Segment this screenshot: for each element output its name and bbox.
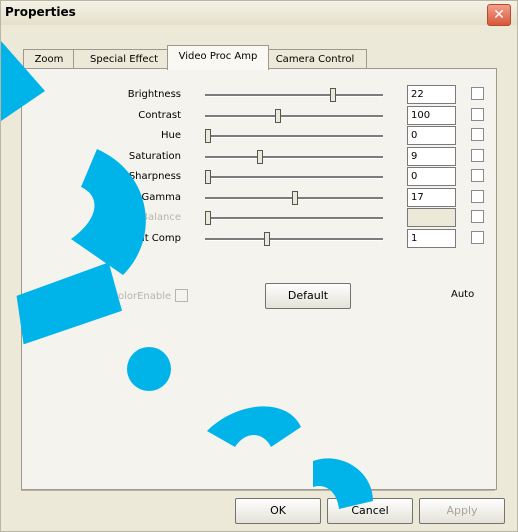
value-field[interactable]: 17 xyxy=(407,188,456,207)
slider[interactable] xyxy=(205,129,383,143)
slider[interactable] xyxy=(205,170,383,184)
row-label: Saturation xyxy=(128,151,181,162)
value-field[interactable]: 0 xyxy=(407,167,456,186)
slider-thumb[interactable] xyxy=(205,129,211,143)
close-icon: ✕ xyxy=(493,7,505,23)
tab-camera-control[interactable]: Camera Control xyxy=(263,49,367,69)
color-enable-checkbox[interactable] xyxy=(175,289,188,302)
properties-dialog: Properties ✕ Zoom Special Effect Video P… xyxy=(0,0,518,532)
auto-checkbox[interactable] xyxy=(471,169,484,182)
value-field[interactable]: 0 xyxy=(407,126,456,145)
row-label: Hue xyxy=(160,130,181,141)
value-field[interactable]: 1 xyxy=(407,229,456,248)
cancel-button[interactable]: Cancel xyxy=(327,498,413,524)
auto-checkbox[interactable] xyxy=(471,190,484,203)
value-field[interactable]: 9 xyxy=(407,147,456,166)
color-enable-label: ColorEnable xyxy=(111,291,172,302)
slider-thumb[interactable] xyxy=(330,88,336,102)
slider-thumb[interactable] xyxy=(275,109,281,123)
auto-checkbox[interactable] xyxy=(471,149,484,162)
slider[interactable] xyxy=(205,88,383,102)
value-field[interactable] xyxy=(407,208,456,227)
row-label: Sharpness xyxy=(128,171,181,182)
value-field[interactable]: 22 xyxy=(407,85,456,104)
slider-thumb[interactable] xyxy=(257,150,263,164)
slider-track xyxy=(205,156,383,159)
row-label: Gamma xyxy=(141,192,182,203)
slider-track xyxy=(205,94,383,97)
auto-label: Auto xyxy=(451,289,475,300)
slider-track xyxy=(205,115,383,118)
apply-button[interactable]: Apply xyxy=(419,498,505,524)
slider[interactable] xyxy=(205,109,383,123)
default-button[interactable]: Default xyxy=(265,283,351,309)
ok-button[interactable]: OK xyxy=(235,498,321,524)
slider[interactable] xyxy=(205,211,383,225)
row-label: White Balance xyxy=(108,212,181,223)
auto-checkbox[interactable] xyxy=(471,210,484,223)
slider-track xyxy=(205,238,383,241)
value-field[interactable]: 100 xyxy=(407,106,456,125)
slider-thumb[interactable] xyxy=(205,211,211,225)
row-label: Contrast xyxy=(138,110,181,121)
slider-thumb[interactable] xyxy=(292,191,298,205)
close-button[interactable]: ✕ xyxy=(487,4,511,26)
slider-track xyxy=(205,217,383,220)
auto-checkbox[interactable] xyxy=(471,87,484,100)
slider-thumb[interactable] xyxy=(205,170,211,184)
tab-special-effect[interactable]: Special Effect xyxy=(73,49,175,69)
tab-video-proc-amp[interactable]: Video Proc Amp xyxy=(167,45,269,70)
divider xyxy=(21,490,495,491)
slider[interactable] xyxy=(205,150,383,164)
slider-thumb[interactable] xyxy=(264,232,270,246)
row-label: Brightness xyxy=(127,89,181,100)
slider-track xyxy=(205,176,383,179)
auto-checkbox[interactable] xyxy=(471,231,484,244)
auto-checkbox[interactable] xyxy=(471,128,484,141)
auto-checkbox[interactable] xyxy=(471,108,484,121)
tab-zoom[interactable]: Zoom xyxy=(23,49,75,69)
slider-track xyxy=(205,135,383,138)
window-title: Properties xyxy=(5,5,76,19)
row-label: Backlight Comp xyxy=(102,233,181,244)
title-bar[interactable]: Properties ✕ xyxy=(1,1,517,26)
slider[interactable] xyxy=(205,191,383,205)
slider[interactable] xyxy=(205,232,383,246)
